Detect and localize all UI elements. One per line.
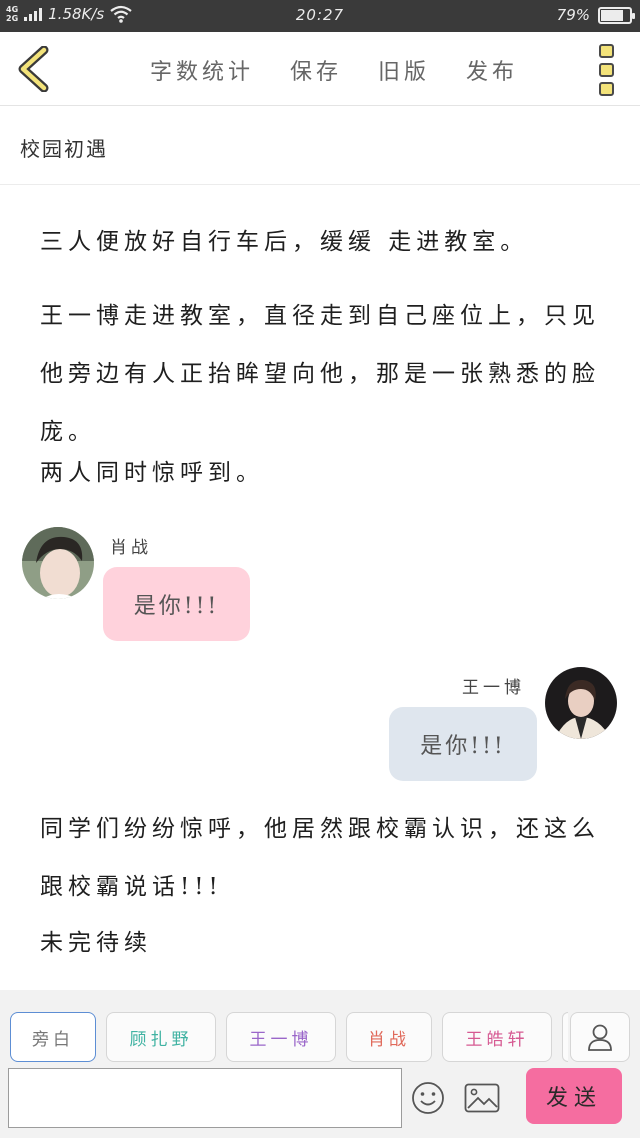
- clock: 20:27: [295, 6, 345, 24]
- user-icon: [588, 1024, 612, 1051]
- message-input[interactable]: [8, 1068, 402, 1128]
- back-button[interactable]: [14, 45, 54, 93]
- avatar-xiao-zhan[interactable]: [22, 527, 94, 599]
- story-paragraph: 王一博走进教室，直径走到自己座位上，只见他旁边有人正抬眸望向他，那是一张熟悉的脸…: [40, 303, 600, 445]
- more-menu-button[interactable]: [596, 44, 616, 96]
- save-button[interactable]: 保存: [290, 54, 342, 86]
- story-title-field[interactable]: 校园初遇: [0, 107, 640, 185]
- status-bar: 4G 2G 1.58K/s 20:27 79%: [0, 0, 640, 32]
- role-chip-wang-haoxuan[interactable]: 王皓轩: [442, 1012, 552, 1062]
- story-paragraph: 未完待续: [40, 930, 152, 956]
- image-icon: [464, 1083, 500, 1113]
- emoji-button[interactable]: [411, 1081, 445, 1119]
- story-title: 校园初遇: [20, 137, 108, 161]
- more-dot-icon: [598, 63, 614, 77]
- add-role-button[interactable]: [570, 1012, 630, 1062]
- role-chip-gu-zhaye[interactable]: 顾扎野: [106, 1012, 216, 1062]
- story-paragraph: 两人同时惊呼到。: [40, 460, 264, 486]
- story-paragraph: 三人便放好自行车后，缓缓 走进教室。: [40, 229, 529, 255]
- battery-percent: 79%: [556, 6, 590, 24]
- role-chip-overflow: [562, 1012, 568, 1062]
- more-dot-icon: [598, 82, 614, 96]
- message-bubble[interactable]: 是你!!!: [103, 567, 250, 641]
- image-button[interactable]: [464, 1083, 500, 1117]
- chevron-left-icon: [18, 45, 49, 93]
- toolbar-actions: 字数统计 保存 旧版 发布: [150, 54, 554, 86]
- role-chip-xiao-zhan[interactable]: 肖战: [346, 1012, 432, 1062]
- speaker-name: 肖战: [110, 538, 152, 558]
- role-chip-narration[interactable]: 旁白: [10, 1012, 96, 1062]
- battery-fill: [601, 9, 624, 21]
- role-chip-wang-yibo[interactable]: 王一博: [226, 1012, 336, 1062]
- old-version-button[interactable]: 旧版: [378, 54, 430, 86]
- smiley-icon: [412, 1082, 444, 1114]
- more-dot-icon: [598, 44, 614, 58]
- word-count-button[interactable]: 字数统计: [150, 54, 254, 86]
- speaker-name: 王一博: [462, 678, 525, 698]
- avatar-wang-yibo[interactable]: [545, 667, 617, 739]
- message-bubble[interactable]: 是你!!!: [389, 707, 537, 781]
- publish-button[interactable]: 发布: [466, 54, 518, 86]
- story-paragraph: 同学们纷纷惊呼，他居然跟校霸认识，还这么跟校霸说话!!!: [40, 816, 600, 900]
- status-right: 79%: [556, 6, 635, 24]
- editor-toolbar: 字数统计 保存 旧版 发布: [0, 32, 640, 106]
- composer: 旁白 顾扎野 王一博 肖战 王皓轩 发送: [0, 990, 640, 1138]
- send-button[interactable]: 发送: [526, 1068, 622, 1124]
- battery-icon: [598, 6, 635, 24]
